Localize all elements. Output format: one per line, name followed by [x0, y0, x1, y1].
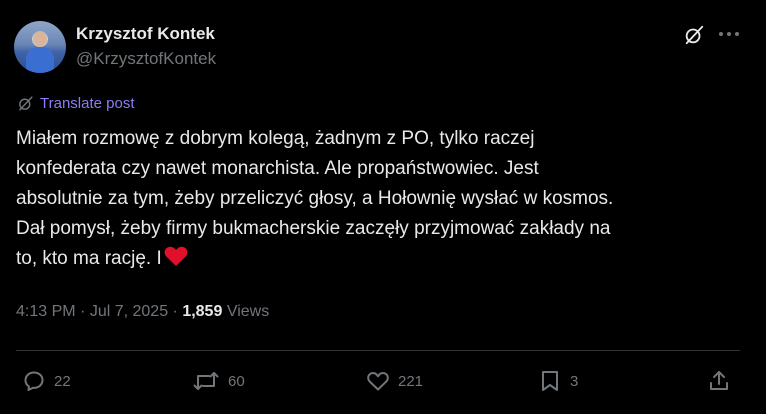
share-button[interactable] — [707, 364, 731, 398]
divider — [16, 350, 740, 351]
like-count: 221 — [398, 372, 424, 390]
tweet-meta: 4:13 PM · Jul 7, 2025 · 1,859 Views — [16, 303, 269, 321]
reply-count: 22 — [54, 372, 71, 390]
grok-icon[interactable] — [683, 24, 705, 46]
translate-post[interactable]: Translate post — [17, 95, 135, 112]
tweet-line: Miałem rozmowę z dobrym kolegą, żadnym z… — [16, 128, 535, 149]
tweet-date[interactable]: Jul 7, 2025 — [90, 303, 168, 320]
meta-separator: · — [75, 303, 90, 320]
share-icon — [710, 371, 728, 390]
avatar-shirt — [26, 47, 54, 73]
like-button[interactable]: 221 — [366, 364, 423, 398]
heart-emoji — [164, 246, 188, 266]
tweet-line: to, kto ma rację. I — [16, 244, 746, 274]
author-name[interactable]: Krzysztof Kontek — [76, 24, 215, 44]
bookmark-button[interactable]: 3 — [538, 364, 578, 398]
post: Krzysztof Kontek @KrzysztofKontek Transl… — [0, 0, 766, 414]
more-dot — [719, 32, 723, 36]
more-dot — [727, 32, 731, 36]
tweet-line-text: to, kto ma rację. I — [16, 248, 162, 269]
meta-separator: · — [168, 303, 183, 320]
views-label: Views — [226, 303, 270, 320]
bookmark-icon — [542, 371, 558, 391]
repost-count: 60 — [228, 372, 245, 390]
author-handle[interactable]: @KrzysztofKontek — [76, 49, 216, 69]
bookmark-count: 3 — [570, 372, 579, 390]
tweet-line: Dał pomysł, żeby firmy bukmacherskie zac… — [16, 218, 611, 239]
heart-icon — [367, 372, 389, 391]
tweet-time[interactable]: 4:13 PM — [16, 303, 76, 320]
avatar-head — [33, 31, 47, 47]
reply-button[interactable]: 22 — [22, 364, 71, 398]
more-icon[interactable] — [719, 32, 739, 38]
repost-button[interactable]: 60 — [192, 364, 245, 398]
translate-icon — [19, 96, 33, 111]
views-count: 1,859 — [182, 303, 223, 320]
tweet-line: absolutnie za tym, żeby przeliczyć głosy… — [16, 188, 614, 209]
action-bar: 22 60 221 3 — [0, 364, 766, 398]
more-dot — [735, 32, 739, 36]
tweet-text: Miałem rozmowę z dobrym kolegą, żadnym z… — [16, 124, 746, 274]
reply-icon — [24, 371, 44, 391]
repost-icon — [193, 372, 219, 390]
avatar[interactable] — [14, 21, 66, 73]
translate-label: Translate post — [40, 95, 135, 112]
tweet-line: konfederata czy nawet monarchista. Ale p… — [16, 158, 539, 179]
